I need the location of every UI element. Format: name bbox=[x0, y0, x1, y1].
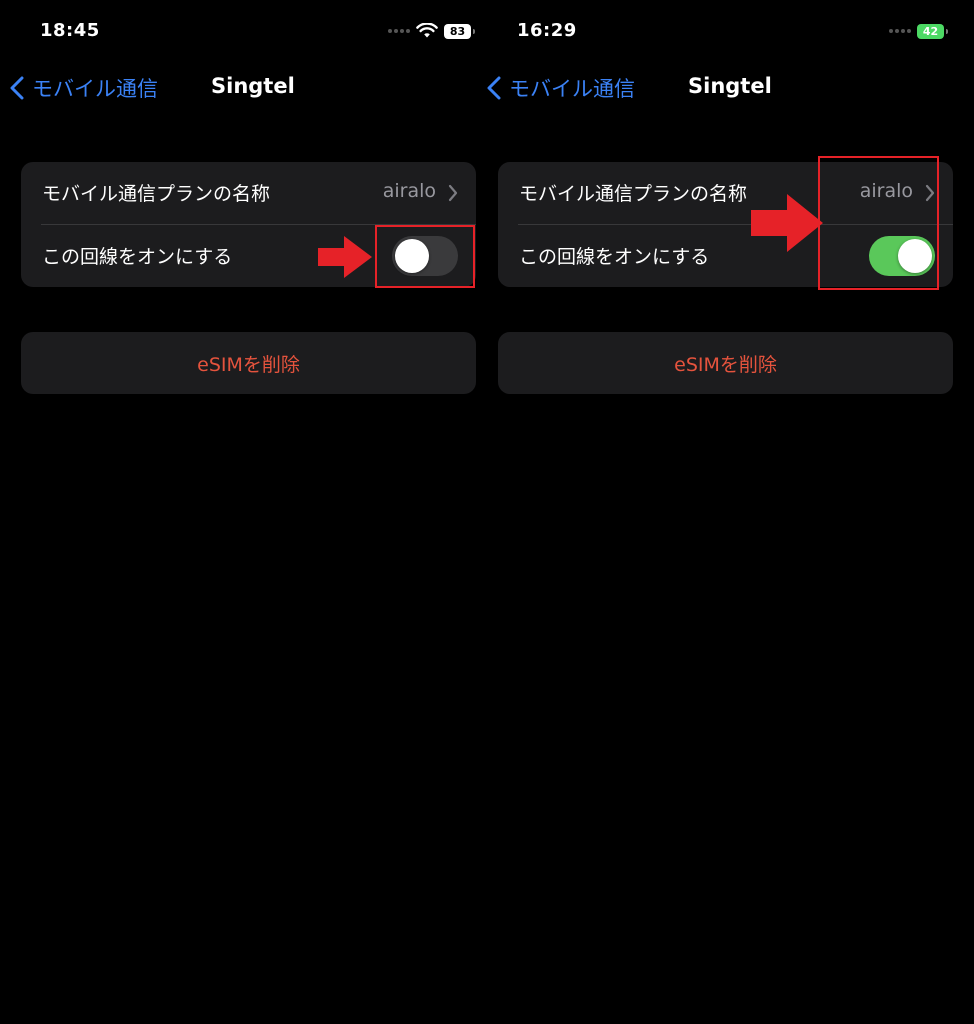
line-toggle-label: この回線をオンにする bbox=[519, 246, 710, 268]
highlight-box bbox=[375, 225, 475, 288]
signal-dots-icon bbox=[388, 29, 410, 33]
battery-level: 42 bbox=[922, 24, 939, 38]
line-toggle-label: この回線をオンにする bbox=[42, 246, 233, 268]
status-icons: 42 bbox=[889, 22, 948, 40]
red-arrow-icon bbox=[751, 194, 823, 252]
wifi-icon bbox=[416, 23, 438, 38]
chevron-left-icon bbox=[487, 76, 501, 100]
status-time: 16:29 bbox=[517, 20, 577, 41]
page-title: Singtel bbox=[688, 74, 772, 98]
back-button-label: モバイル通信 bbox=[32, 77, 158, 101]
back-button-label: モバイル通信 bbox=[509, 77, 635, 101]
status-time: 18:45 bbox=[40, 20, 100, 41]
delete-esim-label: eSIMを削除 bbox=[674, 354, 777, 376]
delete-esim-label: eSIMを削除 bbox=[197, 354, 300, 376]
chevron-right-icon bbox=[448, 184, 458, 202]
signal-dots-icon bbox=[889, 29, 911, 33]
chevron-left-icon bbox=[10, 76, 24, 100]
plan-name-value: airalo bbox=[382, 180, 436, 202]
back-button[interactable]: モバイル通信 bbox=[10, 73, 158, 103]
battery-charging-icon: 42 bbox=[917, 23, 948, 39]
page-title: Singtel bbox=[211, 74, 295, 98]
delete-esim-button[interactable]: eSIMを削除 bbox=[498, 332, 953, 394]
highlight-box bbox=[818, 156, 939, 290]
plan-name-label: モバイル通信プランの名称 bbox=[519, 183, 748, 205]
settings-screen-after: 16:29 42 モバイル通信 Singtel モバイル通信プランの名称 air… bbox=[477, 0, 964, 1024]
status-icons: 83 bbox=[388, 22, 475, 40]
plan-name-label: モバイル通信プランの名称 bbox=[42, 183, 271, 205]
battery-icon: 83 bbox=[444, 23, 475, 39]
plan-name-row[interactable]: モバイル通信プランの名称 airalo bbox=[21, 162, 476, 224]
red-arrow-icon bbox=[318, 236, 372, 278]
settings-screen-before: 18:45 83 モバイル通信 Singtel モバイル通信プランの名称 air… bbox=[0, 0, 487, 1024]
back-button[interactable]: モバイル通信 bbox=[487, 73, 635, 103]
delete-esim-button[interactable]: eSIMを削除 bbox=[21, 332, 476, 394]
